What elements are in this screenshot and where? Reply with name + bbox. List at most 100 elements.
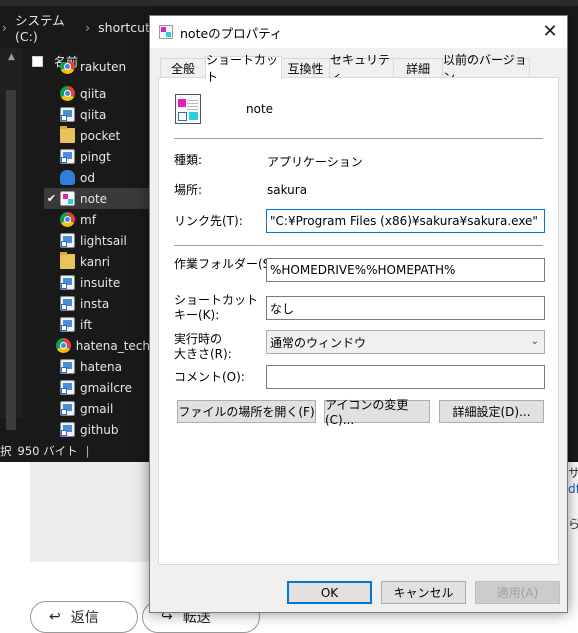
row-checkbox[interactable] bbox=[46, 214, 57, 225]
file-list-item[interactable]: kanri bbox=[44, 251, 150, 272]
file-list-item[interactable]: insta bbox=[44, 293, 150, 314]
note-app-icon bbox=[159, 25, 173, 39]
tab-general[interactable]: 全般 bbox=[160, 58, 206, 77]
type-value: アプリケーション bbox=[267, 155, 363, 169]
row-checkbox[interactable] bbox=[46, 361, 57, 372]
file-list-item[interactable]: hatena bbox=[44, 356, 150, 377]
shortcut-icon bbox=[60, 275, 75, 290]
open-file-location-button[interactable]: ファイルの場所を開く(F) bbox=[177, 400, 316, 423]
chevron-right-icon: › bbox=[85, 19, 91, 35]
file-name: ift bbox=[80, 317, 93, 332]
file-name: lightsail bbox=[80, 233, 127, 248]
file-list-item[interactable]: gmail bbox=[44, 398, 150, 419]
workdir-label: 作業フォルダー(S): bbox=[174, 257, 280, 271]
location-label: 場所: bbox=[174, 183, 203, 197]
row-checkbox[interactable] bbox=[46, 151, 57, 162]
shortcut-name: note bbox=[246, 102, 274, 116]
reply-button[interactable]: ↩ 返信 bbox=[30, 601, 138, 633]
row-checkbox[interactable] bbox=[46, 424, 57, 435]
hotkey-input[interactable]: なし bbox=[266, 296, 545, 320]
file-name: github bbox=[80, 422, 119, 437]
file-list-item[interactable]: hatena_tech bbox=[44, 335, 150, 356]
scroll-up-icon[interactable]: ▲ bbox=[8, 52, 15, 62]
breadcrumb[interactable]: › システム (C:) › shortcut bbox=[0, 10, 150, 44]
file-name: note bbox=[80, 191, 108, 206]
navigation-pane: ▲ bbox=[0, 48, 22, 430]
file-list-item[interactable]: mf bbox=[44, 209, 150, 230]
tab-previous-versions[interactable]: 以前のバージョン bbox=[442, 53, 530, 84]
file-list-item[interactable]: qiita bbox=[44, 83, 150, 104]
cloud-icon bbox=[60, 170, 75, 185]
note-icon bbox=[60, 191, 75, 206]
row-checkbox[interactable] bbox=[46, 277, 57, 288]
file-list-item[interactable]: gmailcre bbox=[44, 377, 150, 398]
row-checkbox[interactable] bbox=[46, 109, 57, 120]
explorer-toolbar-strip bbox=[0, 0, 578, 6]
row-checkbox[interactable] bbox=[46, 403, 57, 414]
file-name: hatena_tech bbox=[75, 338, 150, 353]
reply-label: 返信 bbox=[70, 610, 99, 626]
file-list-item[interactable]: od bbox=[44, 167, 150, 188]
file-name: od bbox=[80, 170, 95, 185]
file-list-item[interactable]: rakuten bbox=[44, 62, 150, 74]
checkmark-icon[interactable]: ✔ bbox=[46, 192, 57, 205]
breadcrumb-item-drive[interactable]: システム (C:) bbox=[15, 10, 77, 44]
status-size: 950 バイト bbox=[17, 444, 78, 458]
file-name: hatena bbox=[80, 359, 123, 374]
tab-security[interactable]: セキュリティ bbox=[329, 53, 394, 84]
run-size-value: 通常のウィンドウ bbox=[270, 335, 367, 350]
tab-strip: 全般 ショートカット 互換性 セキュリティ 詳細 以前のバージョン bbox=[158, 53, 560, 84]
workdir-value: %HOMEDRIVE%%HOMEPATH% bbox=[270, 263, 456, 277]
chrome-icon bbox=[60, 62, 75, 74]
hotkey-label-line1: ショートカット bbox=[174, 293, 259, 307]
dialog-titlebar[interactable]: noteのプロパティ ✕ bbox=[150, 16, 567, 48]
row-checkbox[interactable] bbox=[46, 88, 57, 99]
shortcut-icon bbox=[60, 233, 75, 248]
row-checkbox[interactable] bbox=[46, 382, 57, 393]
ok-button[interactable]: OK bbox=[287, 581, 372, 604]
chrome-icon bbox=[60, 212, 75, 227]
file-list-item[interactable]: qiita bbox=[44, 104, 150, 125]
file-list-item[interactable]: ift bbox=[44, 314, 150, 335]
file-list-item[interactable]: github bbox=[44, 419, 150, 440]
divider bbox=[174, 138, 543, 139]
workdir-input[interactable]: %HOMEDRIVE%%HOMEPATH% bbox=[266, 258, 545, 282]
file-list-item[interactable]: pingt bbox=[44, 146, 150, 167]
chevron-down-icon: ⌄ bbox=[530, 336, 539, 347]
breadcrumb-item-folder[interactable]: shortcut bbox=[98, 20, 150, 35]
dialog-title: noteのプロパティ bbox=[180, 25, 283, 41]
cancel-button[interactable]: キャンセル bbox=[381, 581, 466, 604]
run-label-line2: 大きさ(R): bbox=[174, 347, 232, 361]
file-list-item[interactable]: insuite bbox=[44, 272, 150, 293]
tab-compatibility[interactable]: 互換性 bbox=[281, 58, 330, 77]
row-checkbox[interactable] bbox=[46, 63, 57, 74]
row-checkbox[interactable] bbox=[46, 298, 57, 309]
background-link-fragment[interactable]: dfo bbox=[568, 482, 578, 496]
row-checkbox[interactable] bbox=[46, 340, 53, 351]
file-list-item[interactable]: pocket bbox=[44, 125, 150, 146]
target-input[interactable]: "C:¥Program Files (x86)¥sakura¥sakura.ex… bbox=[266, 209, 545, 233]
row-checkbox[interactable] bbox=[46, 319, 57, 330]
change-icon-button[interactable]: アイコンの変更(C)... bbox=[324, 398, 430, 427]
file-list-item[interactable]: ✔ note bbox=[44, 188, 150, 209]
comment-input[interactable] bbox=[266, 365, 545, 389]
status-bar: 択 950 バイト | bbox=[0, 440, 150, 462]
row-checkbox[interactable] bbox=[46, 172, 57, 183]
row-checkbox[interactable] bbox=[46, 130, 57, 141]
run-label-line1: 実行時の bbox=[174, 332, 223, 346]
row-checkbox[interactable] bbox=[46, 235, 57, 246]
apply-button[interactable]: 適用(A) bbox=[475, 581, 560, 604]
navigation-scrollbar[interactable] bbox=[6, 90, 16, 430]
file-list-item[interactable]: lightsail bbox=[44, 230, 150, 251]
select-all-checkbox[interactable] bbox=[32, 55, 43, 67]
tab-details[interactable]: 詳細 bbox=[393, 58, 443, 77]
run-size-select[interactable]: 通常のウィンドウ ⌄ bbox=[266, 330, 545, 354]
close-button[interactable]: ✕ bbox=[539, 21, 561, 43]
folder-icon bbox=[60, 252, 75, 269]
row-checkbox[interactable] bbox=[46, 256, 57, 267]
comment-label: コメント(O): bbox=[174, 370, 245, 384]
advanced-button[interactable]: 詳細設定(D)... bbox=[439, 400, 544, 423]
tab-shortcut[interactable]: ショートカット bbox=[205, 53, 282, 84]
shortcut-icon bbox=[60, 401, 75, 416]
file-name: pingt bbox=[80, 149, 111, 164]
